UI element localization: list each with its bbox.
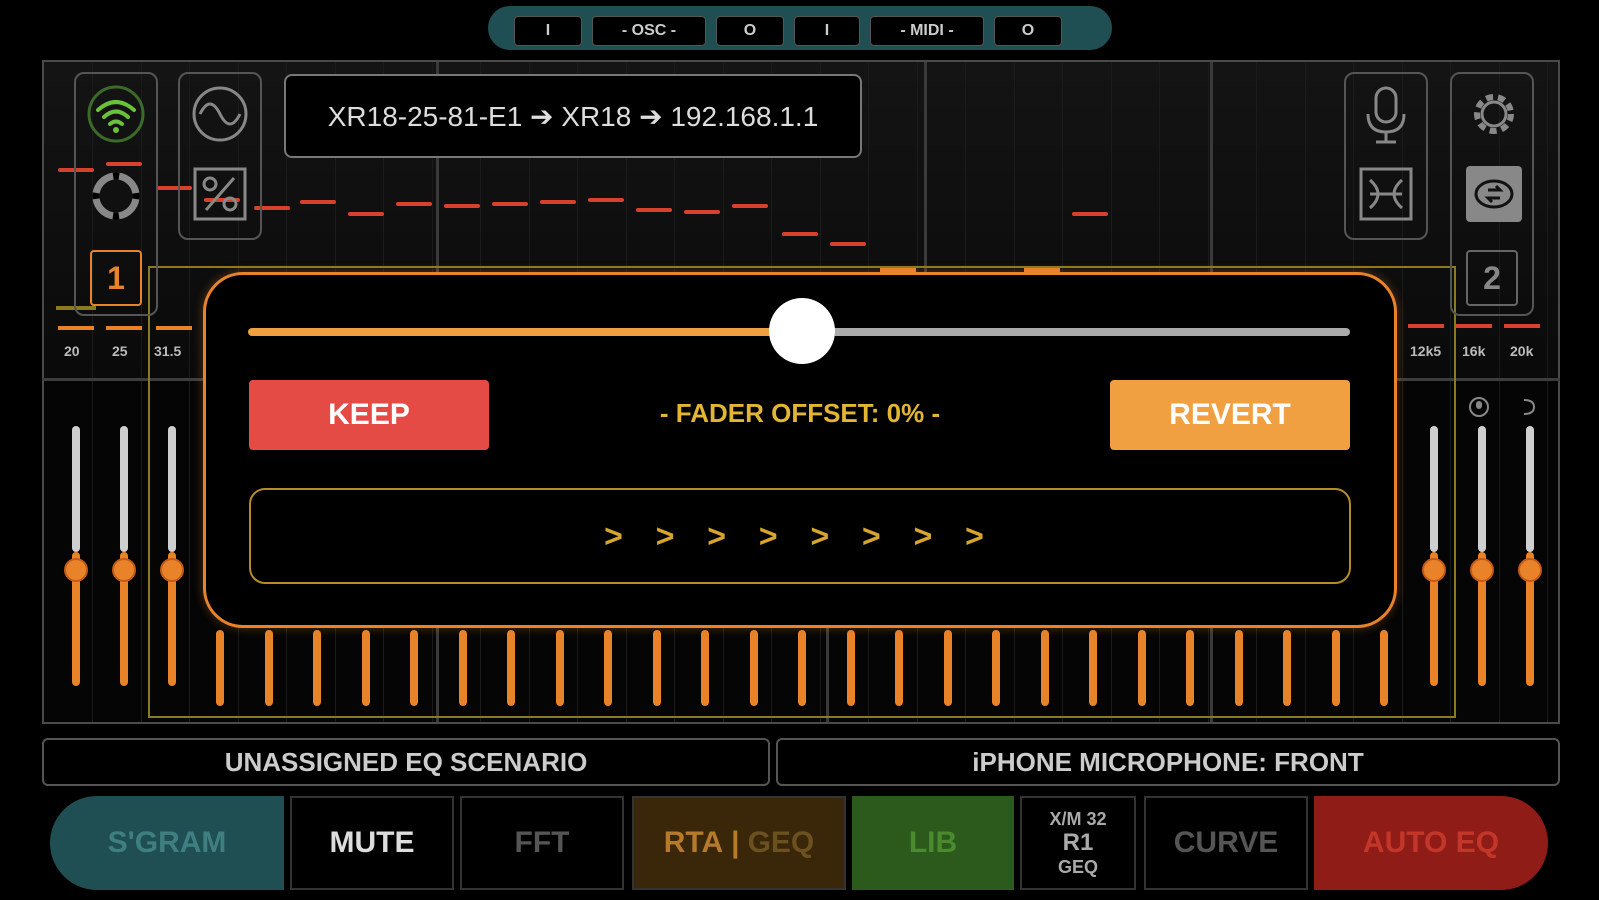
- fader-track: [1430, 426, 1438, 552]
- fader-track: [1478, 426, 1486, 552]
- auto-eq-button[interactable]: AUTO EQ: [1314, 796, 1548, 890]
- fader-level[interactable]: [265, 630, 273, 706]
- fader-20-knob[interactable]: [64, 558, 88, 582]
- fader-level[interactable]: [1041, 630, 1049, 706]
- fader-level[interactable]: [944, 630, 952, 706]
- microphone-icon[interactable]: [1362, 84, 1410, 148]
- fader-level[interactable]: [362, 630, 370, 706]
- fader-25-knob[interactable]: [112, 558, 136, 582]
- fft-button[interactable]: FFT: [460, 796, 624, 890]
- rta-label: RTA: [663, 826, 724, 859]
- fader-level[interactable]: [459, 630, 467, 706]
- fader-track: [1526, 426, 1534, 552]
- revert-button[interactable]: REVERT: [1110, 380, 1350, 450]
- fader-level[interactable]: [847, 630, 855, 706]
- fader-level[interactable]: [701, 630, 709, 706]
- speaker-small-icon: [1518, 396, 1540, 418]
- fader-level[interactable]: [216, 630, 224, 706]
- offset-slider-track[interactable]: [802, 328, 1350, 336]
- eq-scenario-label[interactable]: UNASSIGNED EQ SCENARIO: [42, 738, 770, 786]
- freq-label-20: 20: [64, 343, 80, 359]
- fader-level[interactable]: [410, 630, 418, 706]
- fader-level[interactable]: [1186, 630, 1194, 706]
- fader-level[interactable]: [313, 630, 321, 706]
- fader-level[interactable]: [798, 630, 806, 706]
- fader-level[interactable]: [653, 630, 661, 706]
- xm32-label: X/M 32: [1049, 809, 1107, 829]
- fader-offset-label: - FADER OFFSET: 0% -: [659, 398, 941, 428]
- fader-level[interactable]: [1380, 630, 1388, 706]
- channel-2-button[interactable]: 2: [1466, 250, 1518, 306]
- mute-button[interactable]: MUTE: [290, 796, 454, 890]
- fader-track: [168, 426, 176, 552]
- fader-level[interactable]: [1235, 630, 1243, 706]
- fader-20k-knob[interactable]: [1518, 558, 1542, 582]
- fader-level[interactable]: [507, 630, 515, 706]
- fader-level[interactable]: [556, 630, 564, 706]
- fader-level[interactable]: [1332, 630, 1340, 706]
- fader-level[interactable]: [1283, 630, 1291, 706]
- swap-icon[interactable]: [1466, 166, 1522, 222]
- freq-label-16k: 16k: [1462, 343, 1486, 359]
- input-source-label[interactable]: iPHONE MICROPHONE: FRONT: [776, 738, 1560, 786]
- keep-button[interactable]: KEEP: [249, 380, 489, 450]
- xm32-r1-geq-button[interactable]: X/M 32 R1 GEQ: [1020, 796, 1136, 890]
- offset-slider-fill: [248, 328, 802, 336]
- sgram-button[interactable]: S'GRAM: [50, 796, 284, 890]
- fader-level[interactable]: [604, 630, 612, 706]
- gear-icon[interactable]: [1466, 86, 1522, 142]
- fader-track: [72, 426, 80, 552]
- r1-label: R1: [1062, 829, 1094, 856]
- curve-button[interactable]: CURVE: [1144, 796, 1308, 890]
- fader-16k-knob[interactable]: [1470, 558, 1494, 582]
- fader-level[interactable]: [1138, 630, 1146, 706]
- channel-1-button[interactable]: 1: [90, 250, 142, 306]
- fader-12k5-knob[interactable]: [1422, 558, 1446, 582]
- progress-bar: > > > > > > > >: [249, 488, 1351, 584]
- xm-geq-label: GEQ: [1057, 857, 1098, 877]
- fader-level[interactable]: [1089, 630, 1097, 706]
- sine-wave-icon[interactable]: [190, 84, 250, 144]
- lib-button[interactable]: LIB: [852, 796, 1014, 890]
- fader-level[interactable]: [750, 630, 758, 706]
- fader-track: [120, 426, 128, 552]
- freq-label-20k: 20k: [1510, 343, 1534, 359]
- fader-level[interactable]: [992, 630, 1000, 706]
- rta-geq-button[interactable]: RTA | GEQ: [632, 796, 846, 890]
- mic-small-icon: [1468, 396, 1490, 418]
- connection-path[interactable]: XR18-25-81-E1 ➔ XR18 ➔ 192.168.1.1: [284, 74, 862, 158]
- rta-geq-separator: |: [731, 826, 740, 859]
- fader-level[interactable]: [895, 630, 903, 706]
- wifi-icon[interactable]: [86, 84, 146, 144]
- geq-label: GEQ: [747, 826, 815, 859]
- lifebuoy-icon[interactable]: [90, 170, 142, 222]
- offset-slider-thumb[interactable]: [769, 298, 835, 364]
- freq-label-25: 25: [112, 343, 128, 359]
- percent-icon[interactable]: [192, 166, 248, 222]
- fader-31-5-knob[interactable]: [160, 558, 184, 582]
- expand-arrows-icon[interactable]: [1358, 166, 1414, 222]
